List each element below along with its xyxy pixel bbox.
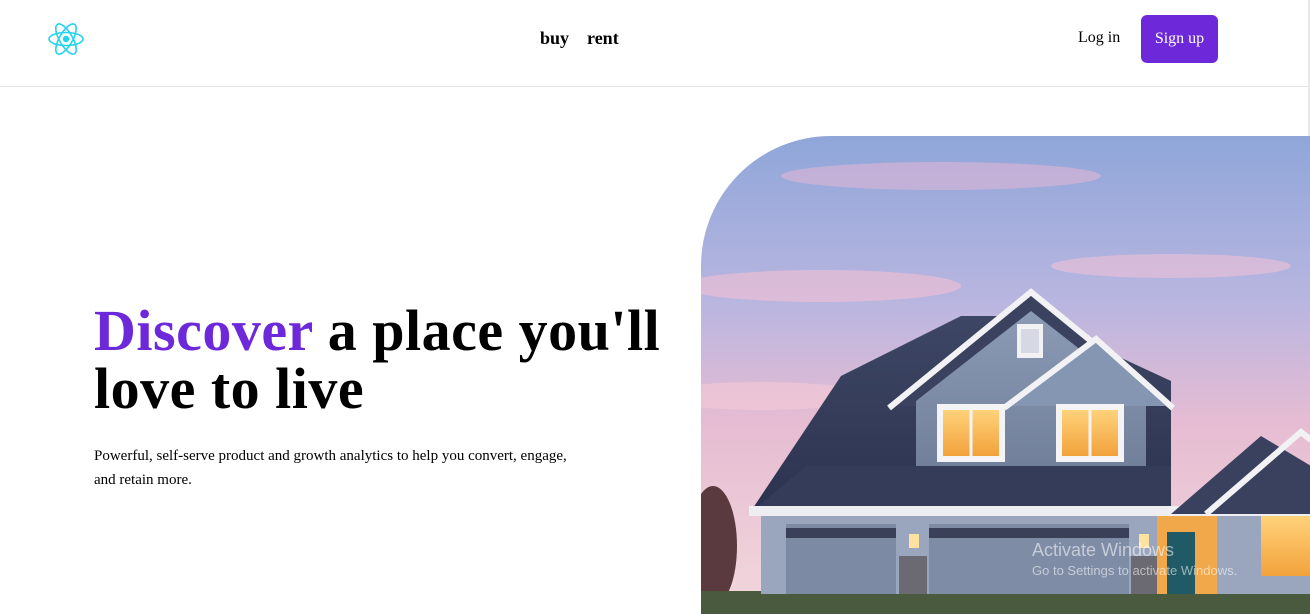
main-nav: buy rent — [540, 28, 619, 49]
login-link[interactable]: Log in — [1078, 29, 1120, 47]
nav-rent-link[interactable]: rent — [587, 28, 619, 49]
signup-button[interactable]: Sign up — [1141, 15, 1218, 63]
headline-accent: Discover — [94, 298, 313, 363]
watermark-subtitle: Go to Settings to activate Windows. — [1032, 563, 1238, 578]
react-atom-icon[interactable] — [47, 21, 85, 57]
page: buy rent Log in Sign up Discover a place… — [0, 0, 1310, 614]
watermark-title: Activate Windows — [1032, 540, 1175, 560]
activate-windows-watermark: Activate Windows Go to Settings to activ… — [1032, 540, 1237, 578]
hero-description: Powerful, self-serve product and growth … — [94, 448, 567, 488]
nav-buy-link[interactable]: buy — [540, 28, 569, 49]
site-header: buy rent Log in Sign up — [0, 0, 1310, 87]
hero-headline: Discover a place you'll love to live — [94, 302, 684, 418]
